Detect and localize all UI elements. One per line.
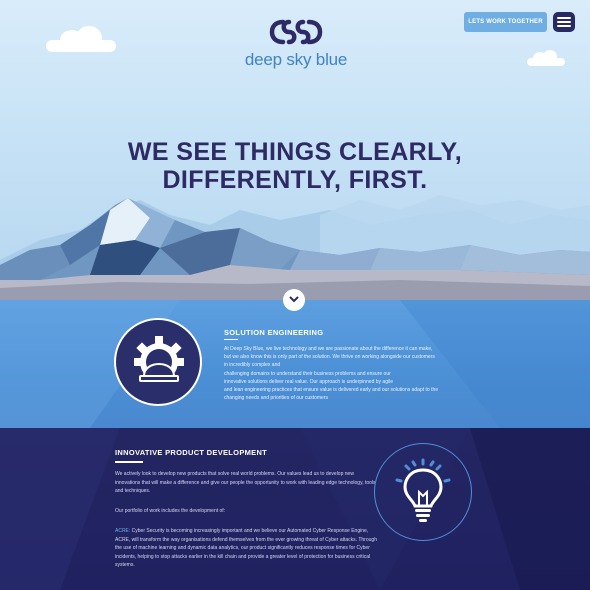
body-line: innovative solutions deliver real value.… — [224, 378, 393, 385]
gear-hardhat-icon — [134, 336, 184, 382]
lightbulb-icon — [395, 458, 451, 522]
body-line: changing needs and priorities of our cus… — [224, 395, 328, 402]
innovation-paragraph: Our portfolio of work includes the devel… — [115, 508, 226, 514]
acre-link[interactable]: ACRE: — [115, 528, 130, 534]
headline-line-1: WE SEE THINGS CLEARLY, — [127, 138, 463, 166]
hero-section: deep sky blue LETS WORK TOGETHER WE SEE … — [0, 0, 590, 300]
lets-work-together-button[interactable]: LETS WORK TOGETHER — [464, 12, 547, 32]
css-cloud-logo-icon — [269, 19, 323, 45]
body-line: in incredibly complex and — [224, 362, 281, 369]
innovative-product-section: INNOVATIVE PRODUCT DEVELOPMENT We active… — [0, 428, 590, 590]
chevron-down-icon — [289, 296, 299, 303]
cloud-decoration — [46, 26, 116, 52]
innovation-paragraph: We actively look to develop new products… — [115, 471, 376, 495]
brand-name: deep sky blue — [244, 50, 348, 69]
headline-line-2: DIFFERENTLY, FIRST. — [162, 166, 428, 194]
body-line: challenging domains to understand their … — [224, 370, 391, 377]
cloud-decoration — [527, 50, 565, 66]
body-line: but we also know this is only part of th… — [224, 354, 435, 361]
hero-headline: WE SEE THINGS CLEARLY, DIFFERENTLY, FIRS… — [0, 138, 590, 194]
innovative-product-title: INNOVATIVE PRODUCT DEVELOPMENT — [115, 448, 268, 457]
hamburger-menu-icon[interactable] — [553, 12, 575, 32]
brand-logo[interactable]: deep sky blue — [240, 18, 352, 70]
acre-paragraph: ACRE: Cyber Security is becoming increas… — [115, 527, 377, 570]
body-line: At Deep Sky Blue, we live technology and… — [224, 346, 433, 352]
scroll-down-button[interactable] — [283, 289, 305, 311]
title-divider — [224, 339, 238, 340]
lightbulb-badge — [374, 443, 472, 541]
solution-engineering-title: SOLUTION ENGINEERING — [224, 328, 324, 337]
solution-engineering-section: SOLUTION ENGINEERING At Deep Sky Blue, w… — [0, 300, 590, 428]
body-line: and lean engineering practices that ensu… — [224, 387, 439, 394]
solution-engineering-body: At Deep Sky Blue, we live technology and… — [224, 345, 484, 402]
title-divider — [115, 461, 143, 463]
gear-hardhat-badge — [114, 318, 202, 406]
acre-description: Cyber Security is becoming increasingly … — [115, 528, 377, 569]
